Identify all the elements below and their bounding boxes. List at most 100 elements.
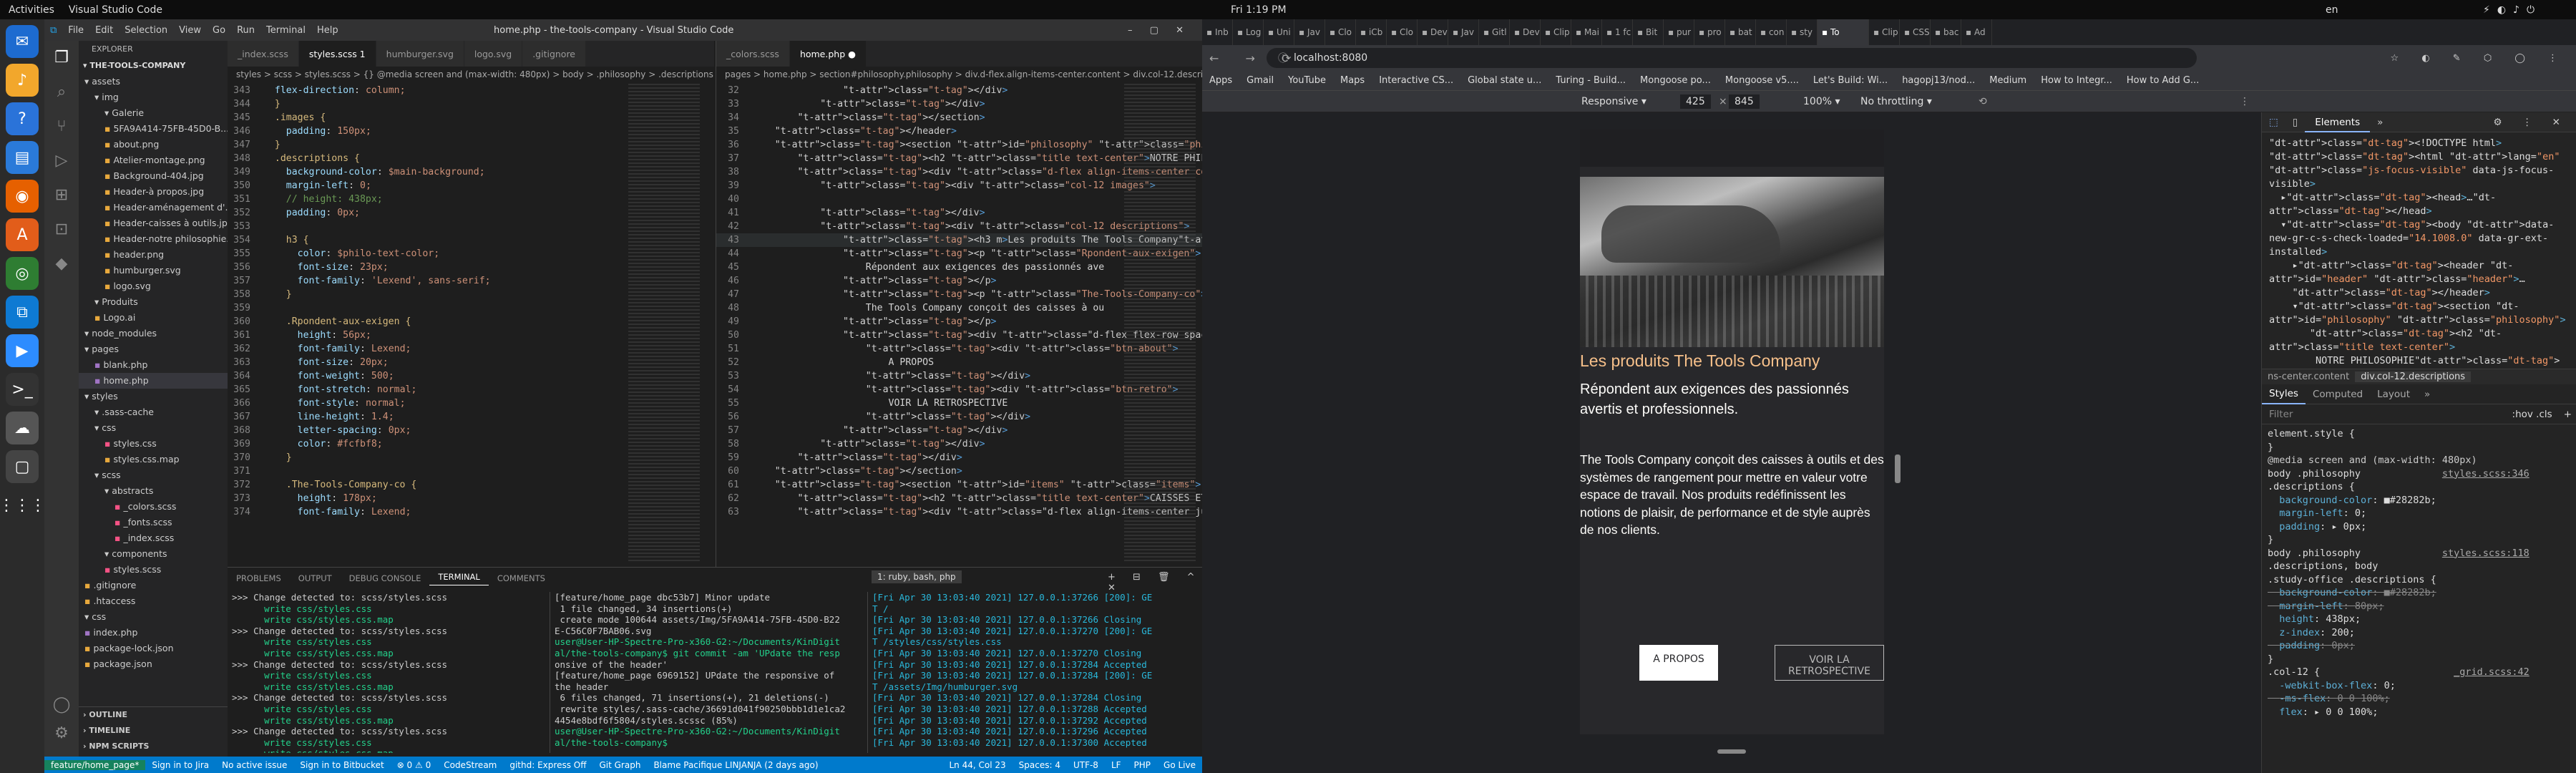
tree-item[interactable]: ▪ _colors.scss: [79, 499, 228, 515]
menu-run[interactable]: Run: [231, 25, 260, 36]
new-rule-icon[interactable]: +: [2560, 409, 2576, 420]
browser-tab[interactable]: ▪ Log: [1233, 19, 1264, 45]
tree-item[interactable]: ▪ blank.php: [79, 357, 228, 373]
menu-file[interactable]: File: [62, 25, 89, 36]
bookmark[interactable]: Medium: [1982, 75, 2034, 86]
dom-node[interactable]: "dt-attr">class="dt-tag"><h2 "dt-attr">c…: [2269, 327, 2576, 354]
tree-item[interactable]: ▪ styles.scss: [79, 562, 228, 578]
editor-tab[interactable]: _index.scss: [228, 41, 299, 67]
tree-item[interactable]: ▪ humburger.svg: [79, 263, 228, 278]
tree-item[interactable]: ▪ header.png: [79, 247, 228, 263]
status-item[interactable]: ⊗ 0 ⚠ 0: [391, 760, 438, 770]
tree-item[interactable]: ▪ Header-notre philosophie...: [79, 231, 228, 247]
remote-icon[interactable]: ⊡: [44, 213, 79, 247]
bookmark[interactable]: Global state u...: [1460, 75, 1548, 86]
timeline-section[interactable]: › TIMELINE: [79, 723, 228, 739]
bookmark[interactable]: Mongoose v5....: [1718, 75, 1806, 86]
terminal-sass[interactable]: >>> Change detected to: scss/styles.scss…: [232, 592, 547, 753]
panel-tab-terminal[interactable]: TERMINAL: [429, 572, 489, 585]
bookmark[interactable]: Turing - Build...: [1548, 75, 1633, 86]
terminal-php-server[interactable]: [Fri Apr 30 13:03:40 2021] 127.0.0.1:372…: [867, 592, 1202, 753]
dom-node[interactable]: ▾"dt-attr">class="dt-tag"><body "dt-attr…: [2269, 218, 2576, 259]
css-line[interactable]: background-color: ■#28282b;: [2268, 586, 2576, 600]
menu-help[interactable]: Help: [311, 25, 344, 36]
tree-item[interactable]: ▪ .htaccess: [79, 593, 228, 609]
terminal-select[interactable]: 1: ruby, bash, php: [872, 570, 962, 583]
help-icon[interactable]: ?: [6, 102, 39, 135]
tree-item[interactable]: ▾ Galerie: [79, 105, 228, 121]
browser-tab[interactable]: ▪ pro: [1694, 19, 1725, 45]
tree-item[interactable]: ▪ index.php: [79, 625, 228, 641]
panel-actions[interactable]: + ⊟ 🗑 ^ ✕: [1108, 572, 1202, 593]
account-icon[interactable]: ◯: [44, 696, 79, 714]
editor-tab[interactable]: home.php ●: [789, 41, 867, 67]
tree-item[interactable]: ▾ node_modules: [79, 326, 228, 341]
styles-tab[interactable]: Styles: [2262, 384, 2306, 404]
menu-view[interactable]: View: [173, 25, 207, 36]
status-item[interactable]: Spaces: 4: [1013, 760, 1067, 770]
terminal-icon[interactable]: >_: [6, 373, 39, 406]
rotate-icon[interactable]: ⟲: [1979, 96, 1987, 107]
tree-item[interactable]: ▪ styles.css.map: [79, 452, 228, 467]
browser-tab[interactable]: ▪ Clo: [1325, 19, 1356, 45]
browser-tab[interactable]: ▪ Clip: [1541, 19, 1571, 45]
resize-handle-right[interactable]: [1895, 454, 1901, 483]
device-options-icon[interactable]: ⋮: [2240, 96, 2250, 107]
css-line[interactable]: background-color: ■#28282b;: [2268, 494, 2576, 507]
css-line[interactable]: @media screen and (max-width: 480px): [2268, 454, 2576, 467]
editor-tab[interactable]: _colors.scss: [716, 41, 790, 67]
firefox-icon[interactable]: ◉: [6, 180, 39, 213]
thunderbird-icon[interactable]: ✉: [6, 25, 39, 58]
status-item[interactable]: CodeStream: [437, 760, 503, 770]
about-button[interactable]: A PROPOS: [1639, 645, 1718, 681]
css-line[interactable]: .descriptions, body: [2268, 560, 2576, 573]
postman-icon[interactable]: ☁: [6, 412, 39, 444]
browser-tab[interactable]: ▪ Bit: [1633, 19, 1664, 45]
editor-tab[interactable]: humburger.svg: [376, 41, 464, 67]
browser-tab[interactable]: ▪ bac: [1931, 19, 1961, 45]
chrome-icon[interactable]: ◎: [6, 257, 39, 290]
libreoffice-writer-icon[interactable]: ▤: [6, 141, 39, 174]
editor-tab[interactable]: .gitignore: [522, 41, 587, 67]
styles-filter-input[interactable]: Filter: [2262, 409, 2505, 420]
css-line[interactable]: z-index: 200;: [2268, 626, 2576, 640]
crumb-current[interactable]: div.col-12.descriptions: [2355, 371, 2472, 382]
browser-tab[interactable]: ▪ Clip: [1869, 19, 1900, 45]
retrospective-button[interactable]: VOIR LA RETROSPECTIVE: [1775, 645, 1884, 681]
css-line[interactable]: .descriptions {: [2268, 480, 2576, 494]
system-tray-icons[interactable]: ⚡◐♪⏻: [2483, 4, 2542, 16]
css-line[interactable]: element.style {: [2268, 427, 2576, 441]
dom-node[interactable]: ▾"dt-attr">class="dt-tag"><section "dt-a…: [2269, 300, 2576, 327]
manage-gear-icon[interactable]: ⚙: [44, 724, 79, 742]
css-line[interactable]: }: [2268, 441, 2576, 454]
status-item[interactable]: PHP: [1128, 760, 1158, 770]
viewport-height-input[interactable]: 845: [1729, 94, 1760, 109]
vscode-icon[interactable]: ⧉: [6, 296, 39, 329]
active-app-label[interactable]: Visual Studio Code: [54, 4, 162, 16]
more-tabs-icon[interactable]: »: [2370, 117, 2390, 128]
bookmark[interactable]: How to Add G...: [2119, 75, 2206, 86]
tree-item[interactable]: ▪ _index.scss: [79, 530, 228, 546]
scss-breadcrumb[interactable]: styles > scss > styles.scss > {} @media …: [228, 67, 714, 82]
zoom-icon[interactable]: ▶: [6, 334, 39, 367]
styles-rules[interactable]: element.style {} @media screen and (max-w…: [2262, 424, 2576, 761]
status-item[interactable]: Ln 44, Col 23: [942, 760, 1012, 770]
tree-item[interactable]: ▪ Header-caisses à outils.jpg: [79, 215, 228, 231]
tree-item[interactable]: ▾ scss: [79, 467, 228, 483]
browser-tab[interactable]: ▪ Clo: [1387, 19, 1418, 45]
activities-button[interactable]: Activities: [0, 4, 54, 16]
tree-item[interactable]: ▪ .gitignore: [79, 578, 228, 593]
browser-tab[interactable]: ▪ bat: [1725, 19, 1756, 45]
css-line[interactable]: padding: ▸ 0px;: [2268, 520, 2576, 534]
css-line[interactable]: }: [2268, 533, 2576, 547]
panel-tab-debug-console[interactable]: DEBUG CONSOLE: [341, 573, 430, 583]
tree-item[interactable]: ▪ package-lock.json: [79, 641, 228, 656]
tree-item[interactable]: ▪ 5FA9A414-75FB-45D0-B...: [79, 121, 228, 137]
tree-item[interactable]: ▾ components: [79, 546, 228, 562]
menu-selection[interactable]: Selection: [119, 25, 173, 36]
source-control-icon[interactable]: ⑂: [44, 110, 79, 144]
browser-tab[interactable]: ▪ 1 fc: [1602, 19, 1633, 45]
tree-item[interactable]: ▾ .sass-cache: [79, 404, 228, 420]
window-controls[interactable]: – ▢ ✕: [1122, 25, 1196, 36]
address-bar[interactable]: ⓘ localhost:8080: [1267, 48, 2197, 68]
